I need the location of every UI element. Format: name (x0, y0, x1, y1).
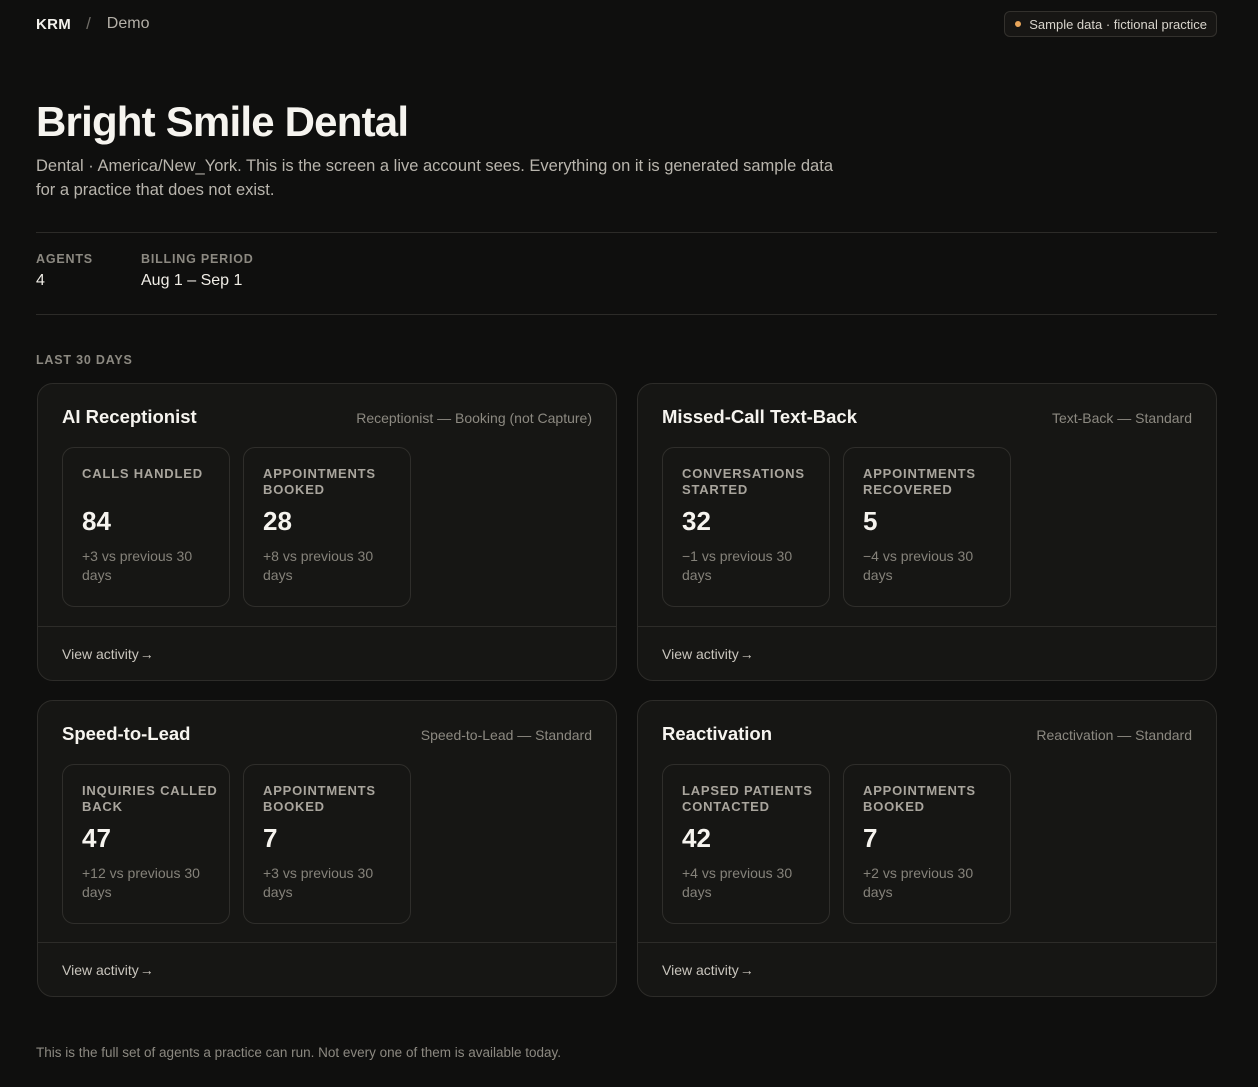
brand-logo[interactable]: KRM (36, 16, 71, 33)
card-title: Missed-Call Text-Back (662, 406, 857, 427)
view-activity-link[interactable]: View activity → (38, 942, 616, 996)
metric-label: APPOINTMENTS BOOKED (263, 466, 376, 497)
metric-delta: +12 vs previous 30 days (82, 865, 200, 900)
billing-period-label: BILLING PERIOD (141, 252, 254, 266)
metric-value: 47 (82, 823, 111, 853)
divider (36, 232, 1217, 233)
top-bar: KRM / Demo Sample data · fictional pract… (36, 10, 1217, 38)
metric-value: 5 (863, 506, 878, 536)
card-title: AI Receptionist (62, 406, 197, 427)
metric-value: 7 (863, 823, 878, 853)
metric-tile: CALLS HANDLED 84 +3 vs previous 30 days (62, 447, 230, 607)
sample-data-badge: Sample data · fictional practice (1004, 11, 1217, 37)
metric-tile: INQUIRIES CALLED BACK 47 +12 vs previous… (62, 764, 230, 924)
view-activity-link[interactable]: View activity → (38, 626, 616, 680)
metric-delta: +4 vs previous 30 days (682, 865, 793, 900)
view-activity-label: View activity (62, 961, 139, 978)
view-activity-label: View activity (62, 645, 139, 662)
page-title: Bright Smile Dental (36, 98, 409, 145)
agents-label: AGENTS (36, 252, 93, 266)
metric-delta: −1 vs previous 30 days (682, 548, 793, 583)
metric-delta: +8 vs previous 30 days (263, 548, 374, 583)
arrow-right-icon: → (739, 961, 754, 978)
status-dot-icon (1015, 21, 1022, 27)
billing-period-stat: BILLING PERIOD Aug 1 – Sep 1 (141, 252, 254, 290)
metric-label: LAPSED PATIENTS CONTACTED (682, 783, 813, 814)
metric-tile: CONVERSATIONS STARTED 32 −1 vs previous … (662, 447, 830, 607)
metric-value: 28 (263, 506, 292, 536)
metric-delta: −4 vs previous 30 days (863, 548, 974, 583)
agent-card-reactivation: Reactivation Reactivation — Standard LAP… (637, 700, 1217, 997)
section-label: LAST 30 DAYS (36, 353, 133, 367)
metric-value: 84 (82, 506, 111, 536)
billing-period-value: Aug 1 – Sep 1 (141, 272, 243, 289)
card-plan: Speed-to-Lead — Standard (420, 727, 592, 743)
agents-value: 4 (36, 272, 45, 289)
card-title: Reactivation (662, 723, 773, 744)
metric-value: 7 (263, 823, 278, 853)
metric-label: INQUIRIES CALLED BACK (82, 783, 218, 814)
metric-value: 42 (682, 823, 711, 853)
arrow-right-icon: → (739, 645, 754, 662)
badge-label: Sample data · fictional practice (1029, 16, 1207, 32)
card-plan: Receptionist — Booking (not Capture) (356, 410, 592, 426)
card-plan: Reactivation — Standard (1036, 727, 1192, 743)
footer-note: This is the full set of agents a practic… (36, 1045, 562, 1060)
metric-tile: APPOINTMENTS BOOKED 7 +3 vs previous 30 … (243, 764, 411, 924)
metric-value: 32 (682, 506, 711, 536)
metric-tile: LAPSED PATIENTS CONTACTED 42 +4 vs previ… (662, 764, 830, 924)
agent-card-missed-call-text-back: Missed-Call Text-Back Text-Back — Standa… (637, 383, 1217, 681)
metric-label: APPOINTMENTS BOOKED (263, 783, 376, 814)
metric-delta: +3 vs previous 30 days (263, 865, 374, 900)
metric-label: CALLS HANDLED (82, 466, 203, 481)
metric-tile: APPOINTMENTS BOOKED 7 +2 vs previous 30 … (843, 764, 1011, 924)
metric-delta: +3 vs previous 30 days (82, 548, 193, 583)
metric-tile: APPOINTMENTS RECOVERED 5 −4 vs previous … (843, 447, 1011, 607)
divider (36, 314, 1217, 315)
agents-stat: AGENTS 4 (36, 252, 93, 290)
view-activity-link[interactable]: View activity → (638, 626, 1216, 680)
metric-label: APPOINTMENTS BOOKED (863, 783, 976, 814)
view-activity-link[interactable]: View activity → (638, 942, 1216, 996)
metric-tile: APPOINTMENTS BOOKED 28 +8 vs previous 30… (243, 447, 411, 607)
arrow-right-icon: → (139, 961, 154, 978)
card-title: Speed-to-Lead (62, 723, 191, 744)
breadcrumb-separator: / (86, 14, 91, 33)
arrow-right-icon: → (139, 645, 154, 662)
view-activity-label: View activity (662, 645, 739, 662)
card-plan: Text-Back — Standard (1051, 410, 1192, 426)
view-activity-label: View activity (662, 961, 739, 978)
breadcrumb-demo[interactable]: Demo (107, 15, 150, 33)
metric-delta: +2 vs previous 30 days (863, 865, 974, 900)
metric-label: APPOINTMENTS RECOVERED (863, 466, 976, 497)
page-subtitle: Dental · America/New_York. This is the s… (36, 157, 833, 199)
metric-label: CONVERSATIONS STARTED (682, 466, 805, 497)
agent-card-ai-receptionist: AI Receptionist Receptionist — Booking (… (37, 383, 617, 681)
agent-card-speed-to-lead: Speed-to-Lead Speed-to-Lead — Standard I… (37, 700, 617, 997)
